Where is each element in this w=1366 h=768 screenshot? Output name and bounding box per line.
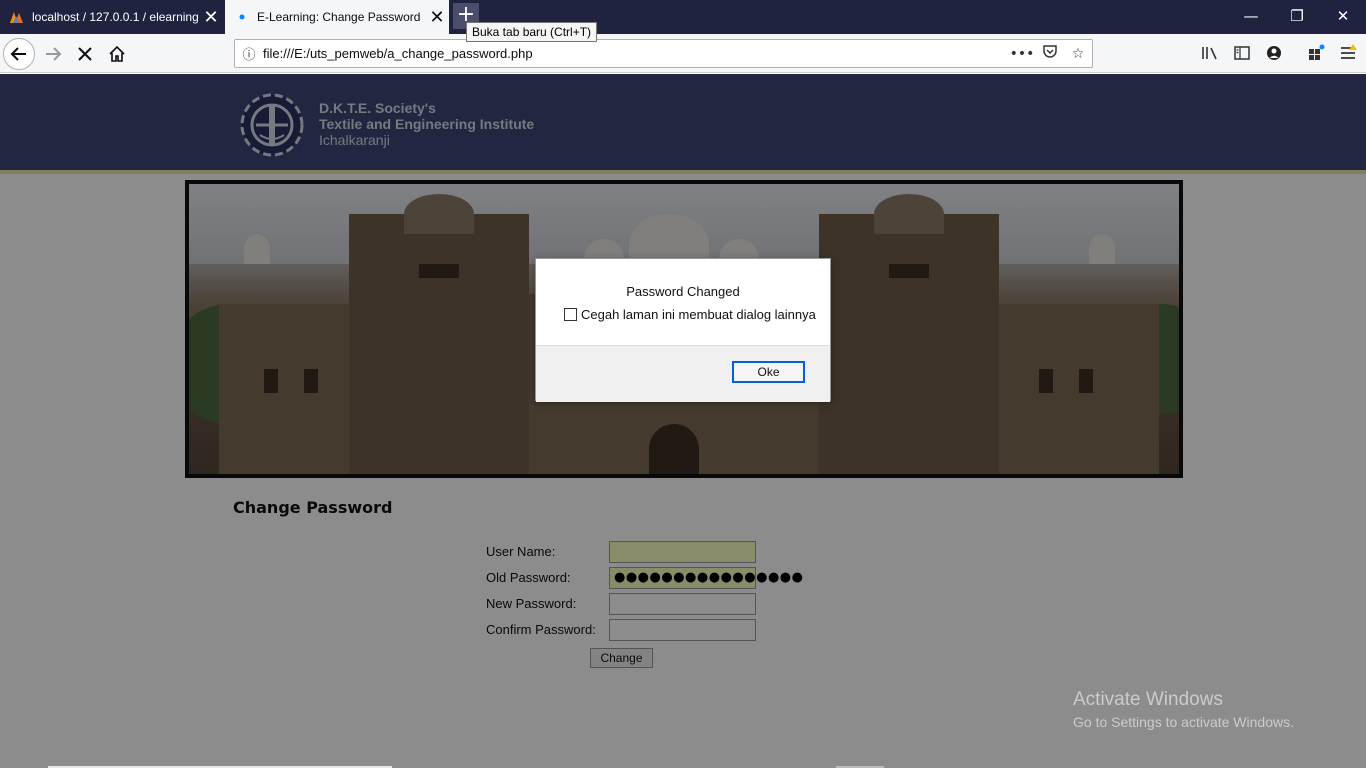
pocket-icon[interactable] (1036, 44, 1064, 63)
phpmyadmin-icon (9, 9, 25, 25)
address-bar[interactable]: ⓘ file:///E:/uts_pemweb/a_change_passwor… (234, 39, 1093, 68)
back-button[interactable] (3, 38, 35, 70)
forward-arrow-icon (46, 47, 62, 61)
tab-phpmyadmin[interactable]: localhost / 127.0.0.1 / elearning ✕ (0, 0, 223, 34)
tab-title: E-Learning: Change Password (257, 10, 421, 24)
more-icon[interactable]: ••• (1008, 46, 1036, 62)
account-icon[interactable] (1260, 39, 1288, 67)
watermark-subtitle: Go to Settings to activate Windows. (1073, 714, 1294, 730)
stop-icon (78, 47, 92, 61)
home-icon (109, 45, 125, 62)
new-tab-tooltip: Buka tab baru (Ctrl+T) (466, 22, 598, 42)
tab-change-password[interactable]: E-Learning: Change Password ✕ (225, 0, 449, 34)
navigation-toolbar: ⓘ file:///E:/uts_pemweb/a_change_passwor… (0, 34, 1366, 73)
restore-icon[interactable]: ❐ (1274, 0, 1320, 34)
page-content: D.K.T.E. Society's Textile and Engineeri… (0, 74, 1366, 768)
menu-icon[interactable] (1334, 39, 1362, 67)
back-arrow-icon (10, 47, 26, 61)
tab-strip: localhost / 127.0.0.1 / elearning ✕ E-Le… (0, 0, 1366, 34)
window-close-icon[interactable]: ✕ (1320, 0, 1366, 34)
dialog-message: Password Changed (626, 284, 740, 299)
stop-button[interactable] (69, 38, 101, 70)
activate-windows-watermark: Activate Windows Go to Settings to activ… (1073, 689, 1294, 730)
info-icon[interactable]: ⓘ (235, 44, 263, 63)
close-icon[interactable]: ✕ (425, 0, 449, 34)
close-icon[interactable]: ✕ (199, 0, 223, 34)
dialog-footer: Oke (536, 345, 830, 402)
watermark-title: Activate Windows (1073, 689, 1223, 710)
prevent-dialogs-row[interactable]: Cegah laman ini membuat dialog lainnya (564, 307, 816, 322)
sidebar-icon[interactable] (1228, 39, 1256, 67)
extensions-icon[interactable] (1302, 39, 1330, 67)
library-icon[interactable] (1196, 39, 1224, 67)
prevent-dialogs-checkbox[interactable] (564, 308, 577, 321)
modal-backdrop (0, 74, 1366, 768)
star-icon[interactable]: ☆ (1064, 46, 1092, 62)
alert-dialog: Password Changed Cegah laman ini membuat… (535, 258, 831, 402)
tab-title: localhost / 127.0.0.1 / elearning (32, 10, 199, 24)
ok-button[interactable]: Oke (732, 361, 805, 383)
forward-button[interactable] (37, 38, 69, 70)
home-button[interactable] (101, 38, 133, 70)
loading-dot-icon (234, 9, 250, 25)
url-text[interactable]: file:///E:/uts_pemweb/a_change_password.… (263, 46, 1008, 61)
prevent-dialogs-label[interactable]: Cegah laman ini membuat dialog lainnya (581, 307, 816, 322)
minimize-icon[interactable]: — (1228, 0, 1274, 34)
